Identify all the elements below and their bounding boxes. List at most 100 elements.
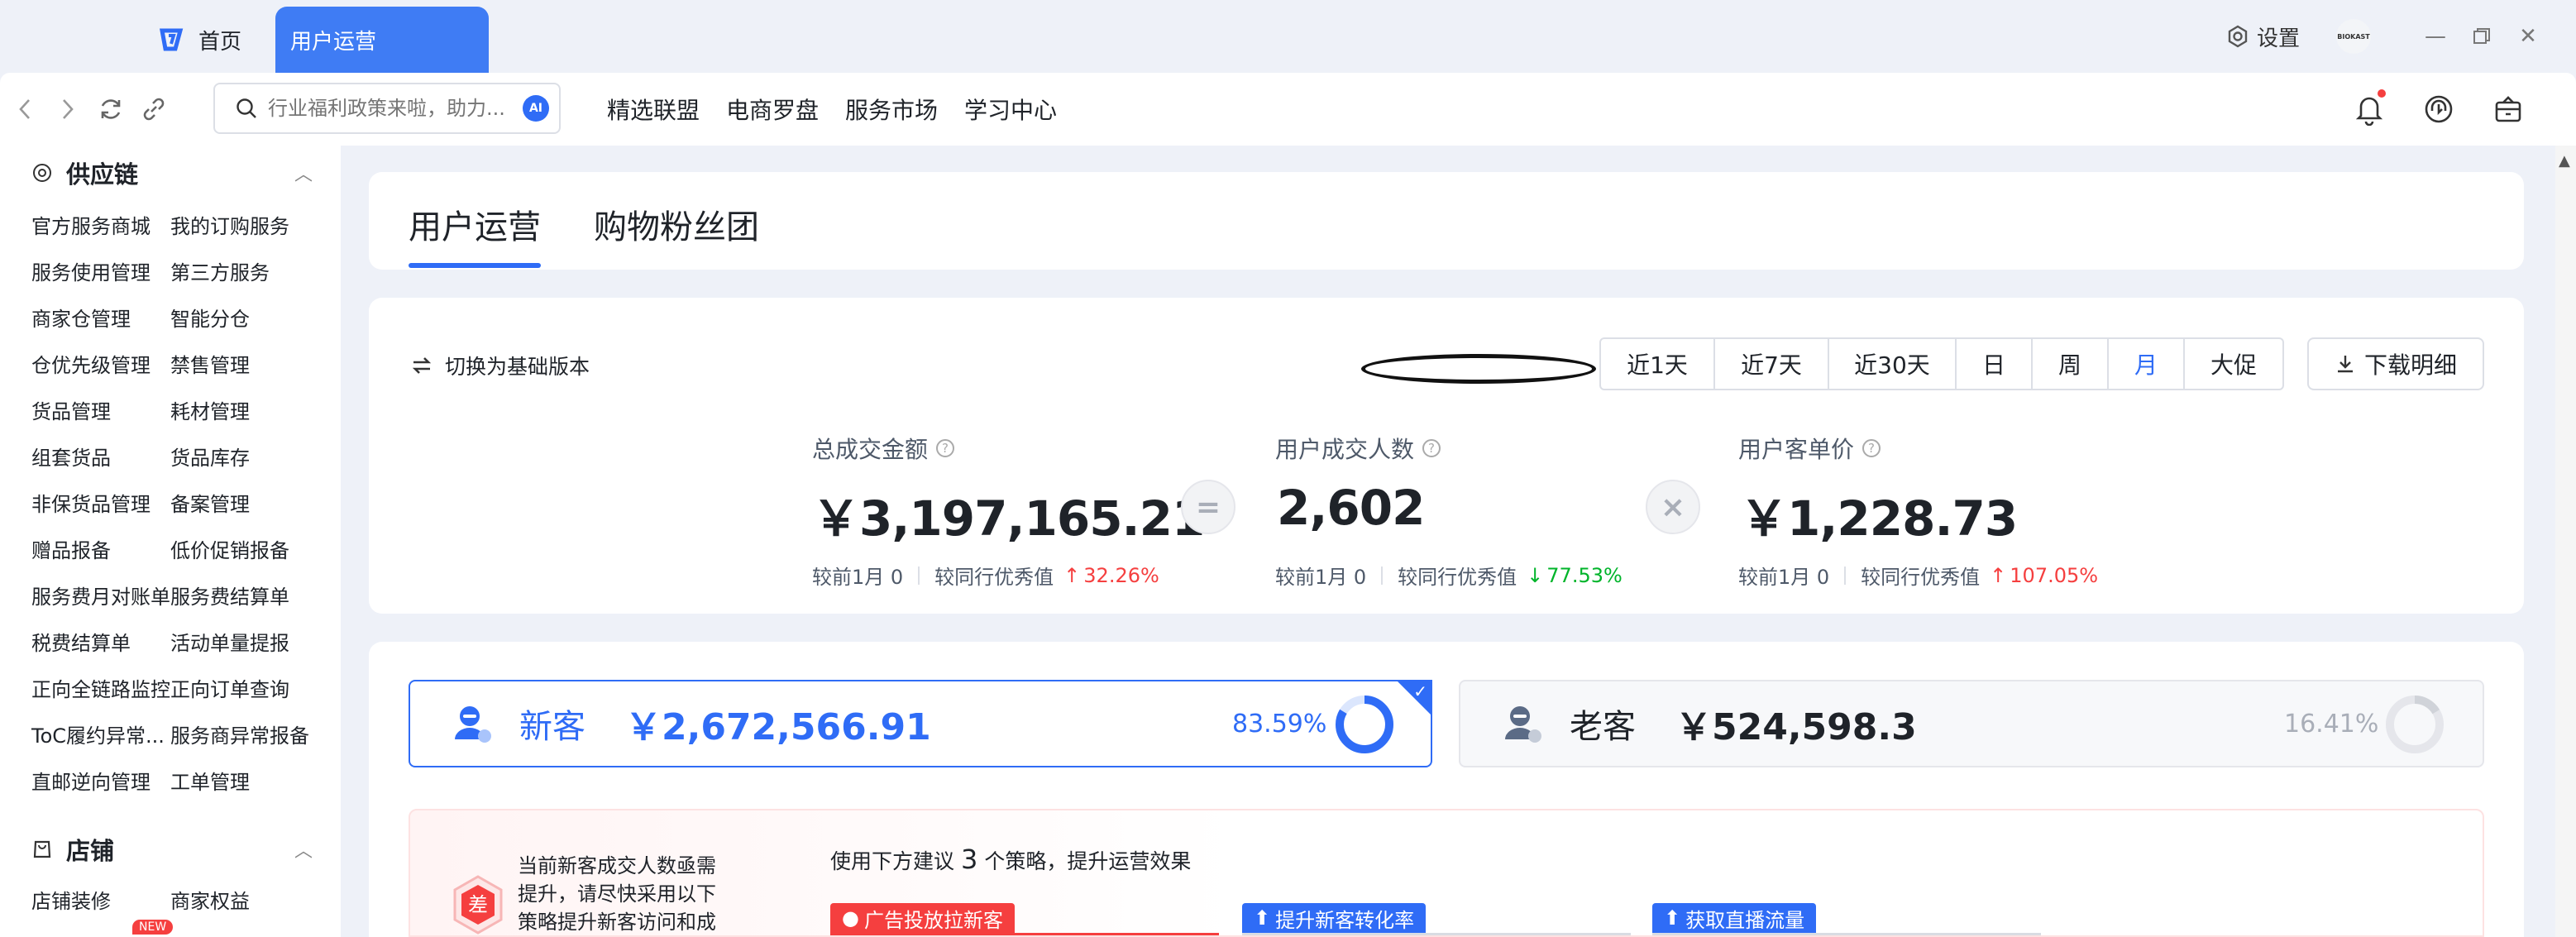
metric-peer-label: 较同行优秀值 bbox=[1861, 566, 1981, 589]
top-nav: 精选联盟 电商罗盘 服务市场 学习中心 bbox=[607, 73, 1057, 146]
range-option[interactable]: 日 bbox=[1957, 339, 2033, 389]
metric-prev: 较前1月 0 bbox=[812, 566, 904, 589]
strategy-tag-conversion[interactable]: ⬆ 提升新客转化率 bbox=[1242, 903, 1427, 933]
returning-customer-card[interactable]: 老客 ￥524,598.3 16.41% bbox=[1459, 680, 2484, 767]
sidebar-item[interactable]: 智能分仓 bbox=[170, 303, 250, 332]
sidebar-item[interactable]: 店铺装修 bbox=[31, 885, 111, 914]
sidebar-item[interactable]: 禁售管理 bbox=[170, 349, 250, 378]
switch-version-button[interactable]: 切换为基础版本 bbox=[409, 351, 590, 380]
strategy-tag-ads[interactable]: ● 广告投放拉新客 bbox=[830, 903, 1015, 933]
app-logo-icon bbox=[160, 28, 184, 51]
new-customer-label: 新客 bbox=[519, 708, 585, 746]
ai-badge[interactable]: AI bbox=[523, 95, 549, 122]
nav-item-ecommerce-compass[interactable]: 电商罗盘 bbox=[726, 93, 819, 126]
returning-customer-amount: ￥524,598.3 bbox=[1675, 706, 1917, 748]
title-bar: 首页 用户运营 设置 BIOKAST — ✕ bbox=[0, 0, 2576, 73]
sidebar-item[interactable]: 官方服务商城 bbox=[31, 210, 151, 239]
range-option[interactable]: 近7天 bbox=[1715, 339, 1829, 389]
help-icon[interactable]: ? bbox=[1422, 439, 1441, 457]
toolbar: AI 精选联盟 电商罗盘 服务市场 学习中心 bbox=[0, 73, 2576, 146]
back-icon[interactable] bbox=[3, 97, 46, 122]
sidebar-item[interactable]: ToC履约异常... bbox=[31, 719, 165, 748]
sidebar-item[interactable]: 我的订购服务 bbox=[170, 210, 289, 239]
metric-compare-aov: 较前1月 0 较同行优秀值 ↑ 107.05% bbox=[1738, 561, 2098, 590]
avatar[interactable]: BIOKAST bbox=[2336, 19, 2371, 54]
scroll-up-icon[interactable]: ▲ bbox=[2559, 152, 2570, 170]
link-icon[interactable] bbox=[132, 96, 175, 122]
tab-user-operations[interactable]: 用户运营 bbox=[409, 200, 541, 248]
range-option[interactable]: 近30天 bbox=[1829, 339, 1957, 389]
nav-item-service-market[interactable]: 服务市场 bbox=[845, 93, 938, 126]
range-option[interactable]: 大促 bbox=[2185, 339, 2282, 389]
sidebar-item[interactable]: 服务使用管理 bbox=[31, 256, 151, 285]
multiply-operator: × bbox=[1646, 480, 1700, 534]
strategy-divider bbox=[1652, 933, 2041, 935]
sidebar-item[interactable]: 货品库存 bbox=[170, 442, 250, 471]
arrow-up-icon: ⬆ bbox=[1664, 906, 1681, 930]
tab-user-ops[interactable]: 用户运营 bbox=[275, 7, 489, 73]
metric-peer-value: 32.26% bbox=[1083, 563, 1159, 587]
sidebar-item[interactable]: 货品管理 bbox=[31, 395, 111, 424]
sidebar-item[interactable]: 活动单量提报 bbox=[170, 627, 289, 656]
sidebar-section-store[interactable]: 店铺 ︿ bbox=[31, 827, 313, 872]
sidebar-item[interactable]: 服务费结算单 bbox=[170, 581, 289, 610]
customer-service-icon[interactable] bbox=[2404, 93, 2473, 126]
sidebar-section-supply-chain[interactable]: 供应链 ︿ bbox=[31, 151, 313, 195]
metric-compare-gmv: 较前1月 0 较同行优秀值 ↑ 32.26% bbox=[812, 561, 1159, 590]
strategy-heading: 使用下方建议 3 个策略，提升运营效果 bbox=[830, 844, 1191, 875]
new-customer-card[interactable]: 新客 ￥2,672,566.91 83.59% ✓ bbox=[409, 680, 1432, 767]
active-tab-indicator bbox=[409, 263, 541, 268]
download-details-button[interactable]: 下载明细 bbox=[2307, 337, 2484, 390]
help-icon[interactable]: ? bbox=[936, 439, 955, 457]
returning-customer-donut bbox=[2386, 696, 2444, 753]
sidebar-item[interactable]: 组套货品 bbox=[31, 442, 111, 471]
settings-button[interactable]: 设置 bbox=[2225, 22, 2300, 52]
metric-value-gmv: ￥3,197,165.21 bbox=[812, 490, 1205, 547]
scrollbar[interactable] bbox=[2555, 146, 2576, 937]
sidebar-item[interactable]: 仓优先级管理 bbox=[31, 349, 151, 378]
sidebar-item[interactable]: 正向全链路监控 bbox=[31, 673, 170, 702]
tab-home[interactable]: 首页 bbox=[157, 7, 273, 73]
sidebar-item[interactable]: 服务商异常报备 bbox=[170, 719, 309, 748]
sidebar-item[interactable]: 直邮逆向管理 bbox=[31, 766, 151, 795]
sidebar: 供应链 ︿ 官方服务商城 我的订购服务 服务使用管理 第三方服务商家仓管理 智能分仓 仓优… bbox=[0, 146, 341, 937]
nav-item-selected-alliance[interactable]: 精选联盟 bbox=[607, 93, 700, 126]
strategy-heading-pre: 使用下方建议 bbox=[830, 849, 955, 873]
sidebar-item[interactable]: 赠品报备 bbox=[31, 534, 111, 563]
new-customer-donut bbox=[1336, 696, 1393, 753]
chevron-up-icon[interactable]: ︿ bbox=[294, 160, 313, 186]
strategy-tag-label: 提升新客转化率 bbox=[1275, 908, 1415, 932]
nav-item-learning-center[interactable]: 学习中心 bbox=[964, 93, 1057, 126]
sidebar-item[interactable]: 非保货品管理 bbox=[31, 488, 151, 517]
sidebar-item[interactable]: 耗材管理 bbox=[170, 395, 250, 424]
minimize-icon[interactable]: — bbox=[2412, 13, 2459, 60]
sidebar-item[interactable]: 服务费月对账单 bbox=[31, 581, 170, 610]
range-option[interactable]: 周 bbox=[2033, 339, 2109, 389]
range-option[interactable]: 月 bbox=[2109, 339, 2185, 389]
range-option[interactable]: 近1天 bbox=[1601, 339, 1715, 389]
redaction-scribble bbox=[1361, 354, 1596, 384]
tab-fan-group[interactable]: 购物粉丝团 bbox=[594, 200, 759, 248]
sidebar-item[interactable]: 商家仓管理 bbox=[31, 303, 131, 332]
search-input[interactable] bbox=[268, 97, 516, 120]
close-icon[interactable]: ✕ bbox=[2505, 13, 2551, 60]
sidebar-item[interactable]: 备案管理 bbox=[170, 488, 250, 517]
sidebar-item[interactable]: 商家权益 bbox=[170, 885, 250, 914]
strategy-tag-live[interactable]: ⬆ 获取直播流量 bbox=[1652, 903, 1817, 933]
help-icon[interactable]: ? bbox=[1862, 439, 1881, 457]
sidebar-item[interactable]: 正向订单查询 bbox=[170, 673, 289, 702]
sidebar-item[interactable]: 低价促销报备 bbox=[170, 534, 289, 563]
chevron-up-icon[interactable]: ︿ bbox=[294, 836, 313, 863]
metric-label-text: 总成交金额 bbox=[812, 436, 929, 463]
sidebar-item[interactable]: 第三方服务 bbox=[170, 256, 270, 285]
metric-peer-label: 较同行优秀值 bbox=[1398, 566, 1517, 589]
notification-bell-icon[interactable] bbox=[2335, 89, 2404, 126]
forward-icon[interactable] bbox=[46, 97, 89, 122]
store-icon bbox=[33, 840, 51, 858]
maximize-icon[interactable] bbox=[2459, 13, 2505, 60]
gift-box-icon[interactable] bbox=[2473, 93, 2543, 126]
sidebar-item[interactable]: 税费结算单 bbox=[31, 627, 131, 656]
search-box[interactable]: AI bbox=[213, 83, 561, 134]
sidebar-item[interactable]: 工单管理 bbox=[170, 766, 250, 795]
refresh-icon[interactable] bbox=[89, 96, 132, 122]
